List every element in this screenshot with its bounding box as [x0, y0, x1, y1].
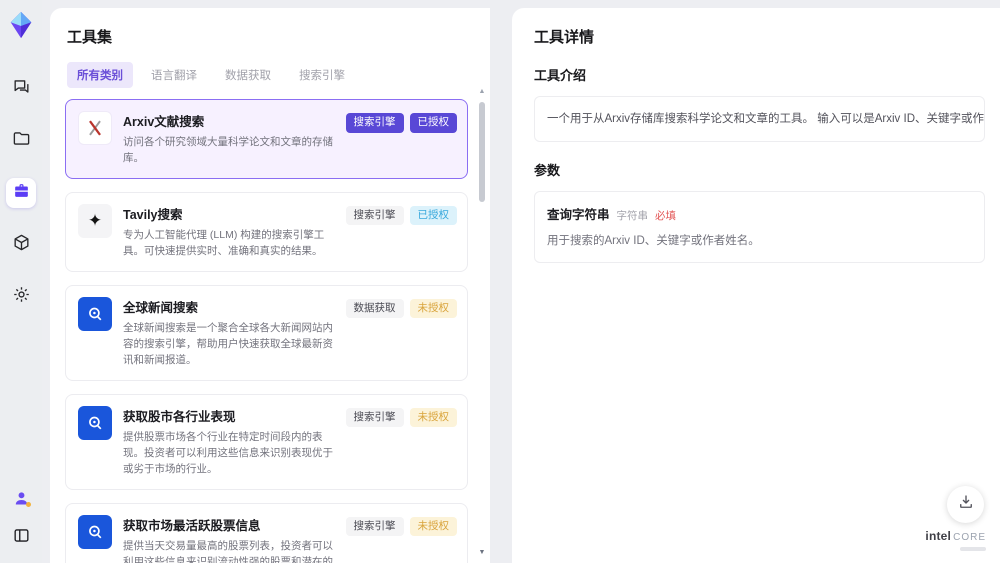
tool-detail-panel: 工具详情 工具介绍 一个用于从Arxiv存储库搜索科学论文和文章的工具。 输入可… — [512, 8, 1000, 563]
intro-heading: 工具介绍 — [534, 68, 587, 83]
detail-title: 工具详情 — [534, 29, 595, 46]
tab-search-engine[interactable]: 搜索引擎 — [289, 62, 355, 88]
status-badge: 未授权 — [409, 516, 457, 537]
sidebar-item-account[interactable] — [6, 483, 36, 513]
tab-data-fetch[interactable]: 数据获取 — [215, 62, 281, 88]
stock-search-icon — [78, 405, 112, 440]
toolbox-icon — [12, 181, 31, 205]
sidebar-item-packages[interactable] — [6, 230, 36, 260]
tab-all-categories[interactable]: 所有类别 — [67, 62, 133, 88]
sidebar-item-files[interactable] — [6, 126, 36, 156]
intel-core-logo: intel CORE — [925, 527, 986, 551]
sidebar-item-tools[interactable] — [6, 178, 36, 208]
status-badge: 未授权 — [409, 298, 457, 319]
category-tabs: 所有类别 语言翻译 数据获取 搜索引擎 — [67, 62, 468, 88]
app-logo-icon — [6, 10, 36, 40]
param-item: 查询字符串 字符串 必填 用于搜索的Arxiv ID、关键字或作者姓名。 — [534, 191, 985, 264]
list-scrollbar[interactable]: ▲ ▼ — [478, 88, 486, 557]
category-badge: 搜索引擎 — [345, 407, 404, 428]
category-badge: 搜索引擎 — [345, 205, 404, 226]
package-icon — [12, 233, 31, 257]
user-icon — [12, 489, 31, 508]
param-name: 查询字符串 — [547, 208, 610, 223]
sidebar-item-panel-toggle[interactable] — [6, 523, 36, 553]
folder-icon — [12, 129, 31, 153]
brand-subtext — [960, 547, 986, 551]
tool-desc: 提供当天交易量最高的股票列表，投资者可以利用这些信息来识别流动性强的股票和潜在的… — [123, 539, 333, 563]
tool-name: 全球新闻搜索 — [123, 300, 199, 315]
panel-divider — [490, 8, 512, 563]
category-badge: 数据获取 — [345, 298, 404, 319]
tool-list-panel: 工具集 所有类别 语言翻译 数据获取 搜索引擎 Arxiv文献搜索 访问各个研究… — [50, 8, 490, 563]
status-badge: 已授权 — [409, 205, 457, 226]
tavily-icon: ✦ — [78, 203, 112, 238]
news-search-icon — [78, 296, 112, 331]
category-badge: 搜索引擎 — [345, 516, 404, 537]
main-content: 工具集 所有类别 语言翻译 数据获取 搜索引擎 Arxiv文献搜索 访问各个研究… — [42, 0, 1000, 563]
tool-name: 获取市场最活跃股票信息 — [123, 518, 261, 533]
status-badge: 已授权 — [409, 113, 457, 133]
tool-name: Tavily搜索 — [123, 207, 183, 222]
tool-intro-text: 一个用于从Arxiv存储库搜索科学论文和文章的工具。 输入可以是Arxiv ID… — [534, 96, 985, 143]
status-badge: 未授权 — [409, 407, 457, 428]
brand-intel: intel — [925, 529, 952, 544]
tool-card-sector-performance[interactable]: 获取股市各行业表现 提供股票市场各个行业在特定时间段内的表现。投资者可以利用这些… — [65, 393, 468, 490]
gear-icon — [12, 285, 31, 309]
param-type: 字符串 — [616, 210, 649, 223]
param-required-badge: 必填 — [655, 210, 677, 223]
params-heading: 参数 — [534, 163, 561, 179]
chat-icon — [12, 77, 31, 101]
tab-language-translation[interactable]: 语言翻译 — [141, 62, 207, 88]
tool-card-tavily[interactable]: ✦ Tavily搜索 专为人工智能代理 (LLM) 构建的搜索引擎工具。可快速提… — [65, 191, 468, 272]
tool-name: 获取股市各行业表现 — [123, 409, 236, 424]
stock-search-icon — [78, 514, 112, 549]
scroll-up-arrow[interactable]: ▲ — [478, 88, 486, 96]
download-button[interactable] — [947, 486, 984, 523]
tool-card-arxiv[interactable]: Arxiv文献搜索 访问各个研究领域大量科学论文和文章的存储库。 搜索引擎 已授… — [65, 99, 468, 179]
sidebar-item-settings[interactable] — [6, 282, 36, 312]
brand-core: CORE — [953, 532, 986, 544]
sidebar-item-chat[interactable] — [6, 74, 36, 104]
param-desc: 用于搜索的Arxiv ID、关键字或作者姓名。 — [547, 235, 760, 248]
tool-desc: 专为人工智能代理 (LLM) 构建的搜索引擎工具。可快速提供实时、准确和真实的结… — [123, 228, 325, 258]
arxiv-icon — [78, 111, 112, 145]
scrollbar-thumb[interactable] — [479, 102, 485, 202]
scroll-down-arrow[interactable]: ▼ — [478, 549, 486, 557]
category-badge: 搜索引擎 — [345, 113, 404, 133]
download-icon — [957, 493, 975, 516]
tool-desc: 提供股票市场各个行业在特定时间段内的表现。投资者可以利用这些信息来识别表现优于或… — [123, 430, 333, 476]
tool-card-list: Arxiv文献搜索 访问各个研究领域大量科学论文和文章的存储库。 搜索引擎 已授… — [65, 99, 468, 563]
tool-desc: 全球新闻搜索是一个聚合全球各大新闻网站内容的搜索引擎，帮助用户快速获取全球最新资… — [123, 321, 333, 367]
user-status-dot — [25, 501, 31, 507]
tool-name: Arxiv文献搜索 — [123, 115, 205, 129]
tool-card-most-active-stocks[interactable]: 获取市场最活跃股票信息 提供当天交易量最高的股票列表，投资者可以利用这些信息来识… — [65, 502, 468, 563]
tool-desc: 访问各个研究领域大量科学论文和文章的存储库。 — [123, 136, 333, 165]
sidebar — [0, 0, 42, 563]
panel-toggle-icon — [12, 526, 31, 550]
tool-card-global-news[interactable]: 全球新闻搜索 全球新闻搜索是一个聚合全球各大新闻网站内容的搜索引擎，帮助用户快速… — [65, 284, 468, 381]
page-title: 工具集 — [67, 29, 113, 46]
